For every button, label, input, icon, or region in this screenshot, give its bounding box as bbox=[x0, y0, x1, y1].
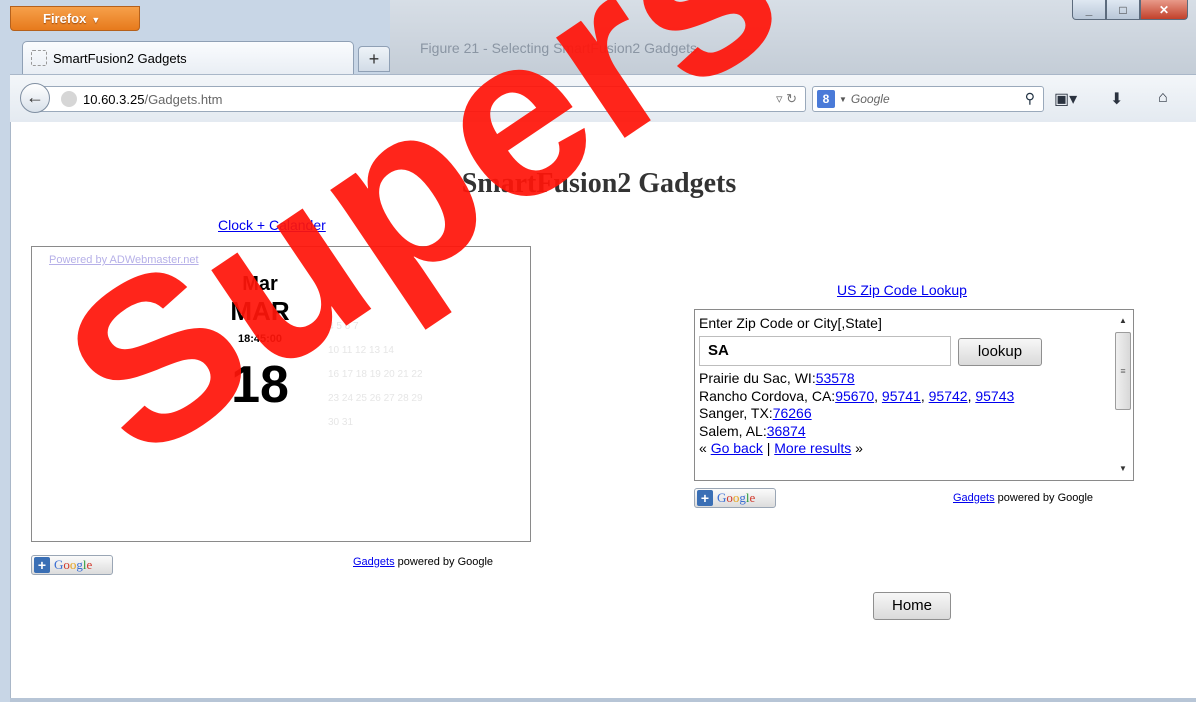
gadgets-powered-by: Gadgets powered by Google bbox=[353, 556, 493, 568]
zip-link-item[interactable]: 95743 bbox=[975, 388, 1014, 404]
home-button[interactable]: Home bbox=[873, 592, 951, 620]
engine-dropdown-icon[interactable]: ▼ bbox=[839, 95, 847, 104]
close-icon: ✕ bbox=[1158, 2, 1170, 17]
zip-scrollbar[interactable]: ▲ ≡ ▼ bbox=[1115, 314, 1131, 476]
zip-link-item[interactable]: 95742 bbox=[929, 388, 968, 404]
zip-link-item[interactable]: 53578 bbox=[816, 370, 855, 386]
minimize-icon: _ bbox=[1085, 2, 1093, 17]
site-identity-icon bbox=[61, 91, 77, 107]
zip-link-item[interactable]: 95670 bbox=[835, 388, 874, 404]
clock-calendar-link[interactable]: Clock + Calander bbox=[218, 217, 326, 233]
list-item: Rancho Cordova, CA:95670, 95741, 95742, … bbox=[699, 387, 1015, 404]
zip-prompt: Enter Zip Code or City[,State] bbox=[699, 315, 882, 331]
home-icon[interactable]: ⌂ bbox=[1158, 89, 1168, 107]
result-place: Prairie du Sac, WI: bbox=[699, 370, 816, 386]
bookmarks-icon[interactable]: ▣▾ bbox=[1054, 89, 1077, 109]
clock-gadget: Powered by ADWebmaster.net 4 5 6 7 10 11… bbox=[31, 246, 531, 542]
url-path: /Gadgets.htm bbox=[144, 91, 223, 107]
reload-icon[interactable]: ▿ ↻ bbox=[776, 91, 797, 107]
zip-results: Prairie du Sac, WI:53578 Rancho Cordova,… bbox=[699, 370, 1014, 458]
browser-tab[interactable]: SmartFusion2 Gadgets bbox=[22, 41, 354, 74]
plus-icon: + bbox=[697, 490, 713, 506]
zip-link-item[interactable]: 95741 bbox=[882, 388, 921, 404]
scroll-down-icon[interactable]: ▼ bbox=[1115, 462, 1131, 476]
powered-suffix: powered by Google bbox=[394, 556, 494, 568]
chevron-down-icon: ▼ bbox=[91, 15, 101, 25]
tab-title: SmartFusion2 Gadgets bbox=[53, 50, 187, 66]
google-logo: Google bbox=[717, 490, 756, 505]
result-place: Rancho Cordova, CA: bbox=[699, 387, 836, 404]
go-back-link[interactable]: Go back bbox=[711, 440, 763, 456]
browser-window: Figure 21 - Selecting SmartFusion2 Gadge… bbox=[0, 0, 1196, 702]
navigation-toolbar: 10.60.3.25/Gadgets.htm ▿ ↻ ← 8 ▼ Google … bbox=[10, 74, 1196, 122]
add-to-google-button[interactable]: + Google bbox=[694, 488, 776, 508]
search-placeholder: Google bbox=[850, 92, 890, 106]
zip-link-item[interactable]: 76266 bbox=[773, 405, 812, 421]
zip-lookup-gadget: Enter Zip Code or City[,State] SA lookup… bbox=[694, 309, 1134, 481]
maximize-button[interactable]: □ bbox=[1106, 0, 1140, 20]
list-item: Prairie du Sac, WI:53578 bbox=[699, 370, 1014, 388]
gadgets-link[interactable]: Gadgets bbox=[353, 556, 395, 568]
url-host: 10.60.3.25 bbox=[83, 91, 145, 107]
month-abbrev: MAR bbox=[230, 296, 290, 326]
window-controls: _ □ ✕ bbox=[1072, 0, 1188, 22]
month-name: Mar bbox=[242, 273, 278, 295]
new-tab-button[interactable]: + bbox=[358, 46, 390, 72]
day-number: 18 bbox=[231, 356, 289, 414]
gadgets-powered-by: Gadgets powered by Google bbox=[953, 492, 1093, 504]
search-bar[interactable]: 8 ▼ Google ⚲ bbox=[812, 86, 1044, 112]
results-pagination: « Go back | More results » bbox=[699, 440, 863, 456]
add-to-google-button[interactable]: + Google bbox=[31, 555, 113, 575]
download-icon[interactable]: ⬇ bbox=[1110, 89, 1123, 109]
page-content: SmartFusion2 Gadgets Clock + Calander Po… bbox=[10, 122, 1196, 698]
back-arrow-icon: ← bbox=[26, 87, 44, 107]
result-place: Salem, AL: bbox=[699, 422, 767, 439]
gadgets-link[interactable]: Gadgets bbox=[953, 492, 995, 504]
address-bar[interactable]: 10.60.3.25/Gadgets.htm ▿ ↻ bbox=[36, 86, 806, 112]
firefox-menu-label: Firefox bbox=[43, 11, 87, 26]
clock-time: 18:45:00 bbox=[237, 333, 283, 345]
zip-input[interactable]: SA bbox=[699, 336, 951, 366]
google-logo: Google bbox=[54, 557, 93, 572]
more-results-link[interactable]: More results bbox=[774, 440, 851, 456]
zip-lookup-link[interactable]: US Zip Code Lookup bbox=[837, 282, 967, 298]
adwebmaster-link[interactable]: Powered by ADWebmaster.net bbox=[49, 254, 199, 266]
scroll-thumb[interactable]: ≡ bbox=[1115, 332, 1131, 410]
list-item: Salem, AL:36874 bbox=[699, 423, 1014, 441]
powered-suffix: powered by Google bbox=[994, 492, 1094, 504]
maximize-icon: □ bbox=[1119, 2, 1127, 17]
close-window-button[interactable]: ✕ bbox=[1140, 0, 1188, 20]
plus-icon: + bbox=[34, 557, 50, 573]
minimize-button[interactable]: _ bbox=[1072, 0, 1106, 20]
result-place: Sanger, TX: bbox=[699, 405, 773, 421]
page-favicon-icon bbox=[31, 50, 47, 66]
background-figure-caption: Figure 21 - Selecting SmartFusion2 Gadge… bbox=[420, 40, 698, 56]
list-item: Sanger, TX:76266 bbox=[699, 405, 1014, 423]
search-engine-icon[interactable]: 8 bbox=[817, 90, 835, 108]
firefox-menu-button[interactable]: Firefox ▼ bbox=[10, 6, 140, 31]
window-bottom-border bbox=[10, 698, 1196, 702]
zip-link-item[interactable]: 36874 bbox=[767, 423, 806, 439]
scroll-up-icon[interactable]: ▲ bbox=[1115, 314, 1131, 328]
back-button[interactable]: ← bbox=[20, 83, 50, 113]
search-icon[interactable]: ⚲ bbox=[1025, 90, 1035, 107]
lookup-button[interactable]: lookup bbox=[958, 338, 1042, 366]
page-title: SmartFusion2 Gadgets bbox=[461, 168, 737, 199]
